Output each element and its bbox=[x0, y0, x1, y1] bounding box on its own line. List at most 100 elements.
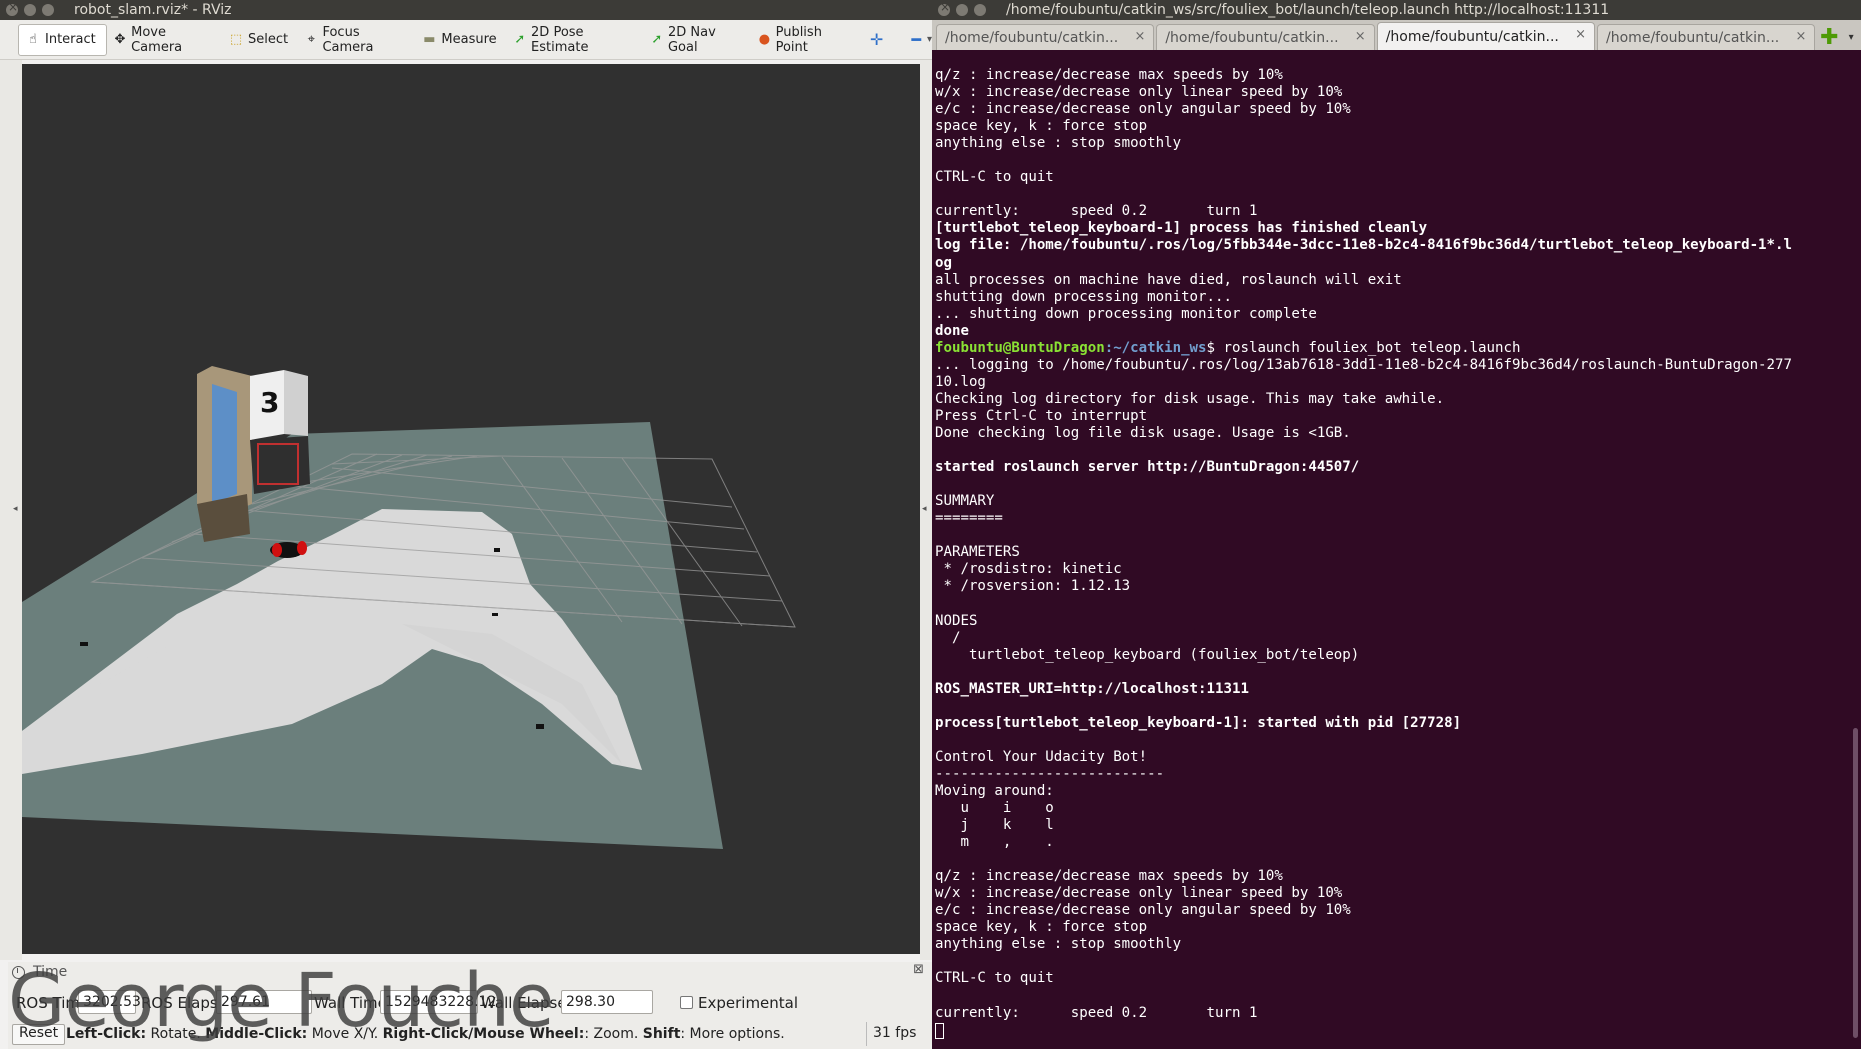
hint-desc: : More options. bbox=[680, 1026, 785, 1042]
ros-elapsed-field[interactable]: 297.61 bbox=[216, 990, 312, 1014]
tool-label: 2D Nav Goal bbox=[667, 24, 716, 55]
terminal-line: q/z : increase/decrease max speeds by 10… bbox=[935, 868, 1283, 885]
tool-label: Measure bbox=[441, 32, 497, 47]
experimental-checkbox[interactable] bbox=[680, 996, 693, 1009]
3d-render-viewport[interactable]: 3 bbox=[22, 64, 920, 954]
map-obstacle bbox=[494, 548, 500, 552]
terminal-line: CTRL-C to quit bbox=[935, 970, 1054, 987]
remove-tool-icon[interactable]: ━ bbox=[911, 30, 921, 49]
tool-label: 2D Pose Estimate bbox=[531, 24, 589, 55]
2d-nav-goal-tool-button[interactable]: ➚ 2D Nav Goal bbox=[644, 24, 752, 56]
maximize-window-icon[interactable] bbox=[42, 4, 54, 16]
expand-left-dock-icon[interactable]: ◂ bbox=[13, 504, 18, 514]
rviz-toolbar: ☝ Interact ✥ Move Camera ⬚ Select ⌖ Focu… bbox=[0, 20, 932, 60]
terminal-line: all processes on machine have died, rosl… bbox=[935, 271, 1402, 288]
close-tab-icon[interactable]: × bbox=[1575, 27, 1586, 42]
terminal-line: space key, k : force stop bbox=[935, 118, 1148, 135]
terminal-cursor-line bbox=[935, 1022, 1851, 1039]
fps-counter: 31 fps bbox=[866, 1022, 922, 1046]
wall-elapsed-field[interactable]: 298.30 bbox=[561, 990, 653, 1014]
terminal-line: currently: speed 0.2 turn 1 bbox=[935, 1004, 1258, 1021]
ruler-icon: ▬ bbox=[423, 32, 436, 47]
terminal-line: Checking log directory for disk usage. T… bbox=[935, 390, 1445, 407]
expand-right-dock-icon[interactable]: ◂ bbox=[922, 504, 927, 514]
mouse-hint-text: Left-Click: Rotate. Middle-Click: Move X… bbox=[66, 1026, 785, 1042]
minimize-window-icon[interactable] bbox=[24, 4, 36, 16]
terminal-line: Moving around: bbox=[935, 782, 1054, 799]
terminal-line: started roslaunch server http://BuntuDra… bbox=[935, 459, 1360, 476]
map-obstacle bbox=[80, 642, 88, 646]
wall-time-field[interactable]: 1529483228.12 bbox=[380, 990, 496, 1014]
terminal-line: ROS_MASTER_URI=http://localhost:11311 bbox=[935, 680, 1249, 697]
interact-tool-button[interactable]: ☝ Interact bbox=[18, 23, 107, 56]
close-window-icon[interactable] bbox=[6, 0, 18, 16]
terminal-tab-active[interactable]: /home/foubuntu/catkin... × bbox=[1376, 22, 1596, 50]
2d-pose-estimate-tool-button[interactable]: ➚ 2D Pose Estimate bbox=[507, 24, 644, 56]
terminal-line: Press Ctrl-C to interrupt bbox=[935, 407, 1148, 424]
terminal-tab[interactable]: /home/foubuntu/catkin... × bbox=[1597, 24, 1816, 50]
terminal-line: Control Your Udacity Bot! bbox=[935, 748, 1148, 765]
terminal-line: og bbox=[935, 254, 952, 271]
measure-tool-button[interactable]: ▬ Measure bbox=[415, 24, 506, 56]
hint-desc: : Zoom. bbox=[584, 1026, 643, 1042]
move-camera-tool-button[interactable]: ✥ Move Camera bbox=[107, 24, 222, 56]
terminal-line: * /rosversion: 1.12.13 bbox=[935, 578, 1131, 595]
tab-label: /home/foubuntu/catkin... bbox=[1606, 29, 1780, 46]
ros-time-field[interactable]: 3202.53 bbox=[78, 990, 141, 1014]
rviz-titlebar: robot_slam.rviz* - RViz bbox=[0, 0, 932, 20]
clock-icon bbox=[12, 965, 25, 979]
terminal-line: turtlebot_teleop_keyboard (fouliex_bot/t… bbox=[935, 646, 1360, 663]
left-dock-gutter[interactable]: ◂ bbox=[0, 60, 22, 960]
status-bar: Reset Left-Click: Rotate. Middle-Click: … bbox=[8, 1022, 932, 1046]
close-tab-icon[interactable]: × bbox=[1795, 29, 1806, 44]
map-obstacle bbox=[536, 724, 544, 729]
robot-wheel bbox=[297, 541, 307, 555]
terminal-line: NODES bbox=[935, 612, 978, 629]
close-window-icon[interactable] bbox=[938, 0, 950, 16]
terminal-scrollbar[interactable] bbox=[1853, 728, 1858, 1038]
terminal-line: done bbox=[935, 322, 969, 339]
terminal-tab[interactable]: /home/foubuntu/catkin... × bbox=[936, 24, 1155, 50]
text-cursor bbox=[935, 1022, 944, 1039]
tool-label: Publish Point bbox=[775, 24, 822, 55]
new-tab-plus-icon[interactable]: ✚ bbox=[1817, 24, 1841, 50]
right-dock-gutter[interactable]: ◂ bbox=[920, 60, 932, 960]
rviz-window-title: robot_slam.rviz* - RViz bbox=[74, 2, 232, 18]
scene-building-door bbox=[212, 384, 237, 504]
terminal-line: 10.log bbox=[935, 373, 986, 390]
terminal-line: PARAMETERS bbox=[935, 544, 1020, 561]
focus-camera-tool-button[interactable]: ⌖ Focus Camera bbox=[298, 24, 415, 56]
publish-point-tool-button[interactable]: ● Publish Point bbox=[751, 24, 860, 56]
select-tool-button[interactable]: ⬚ Select bbox=[222, 24, 298, 56]
scene-box-number: 3 bbox=[260, 386, 279, 419]
terminal-line: anything else : stop smoothly bbox=[935, 135, 1182, 152]
map-obstacle bbox=[492, 613, 498, 616]
prompt-path: :~/catkin_ws bbox=[1104, 339, 1207, 356]
reset-button[interactable]: Reset bbox=[12, 1024, 66, 1045]
close-tab-icon[interactable]: × bbox=[1355, 29, 1366, 44]
maximize-window-icon[interactable] bbox=[974, 4, 986, 16]
terminal-line: CTRL-C to quit bbox=[935, 169, 1054, 186]
terminal-line: space key, k : force stop bbox=[935, 919, 1148, 936]
add-tool-icon[interactable]: ✛ bbox=[870, 30, 883, 49]
terminal-tab[interactable]: /home/foubuntu/catkin... × bbox=[1156, 24, 1375, 50]
terminal-line: SUMMARY bbox=[935, 493, 995, 510]
tab-list-chevron-icon[interactable]: ▾ bbox=[1841, 24, 1861, 50]
close-tab-icon[interactable]: × bbox=[1134, 29, 1145, 44]
minimize-window-icon[interactable] bbox=[956, 4, 968, 16]
terminal-line: ======== bbox=[935, 510, 1003, 527]
terminal-output[interactable]: q/z : increase/decrease max speeds by 10… bbox=[935, 67, 1851, 1039]
terminal-output-after: ... logging to /home/foubuntu/.ros/log/1… bbox=[935, 357, 1851, 1022]
close-panel-icon[interactable]: ⊠ bbox=[913, 962, 924, 977]
terminal-line: * /rosdistro: kinetic bbox=[935, 561, 1122, 578]
hint-key: Middle-Click: bbox=[205, 1026, 308, 1042]
hand-icon: ☝ bbox=[29, 32, 37, 47]
terminal-line: / bbox=[935, 629, 961, 646]
terminal-line: process[turtlebot_teleop_keyboard-1]: st… bbox=[935, 714, 1462, 731]
